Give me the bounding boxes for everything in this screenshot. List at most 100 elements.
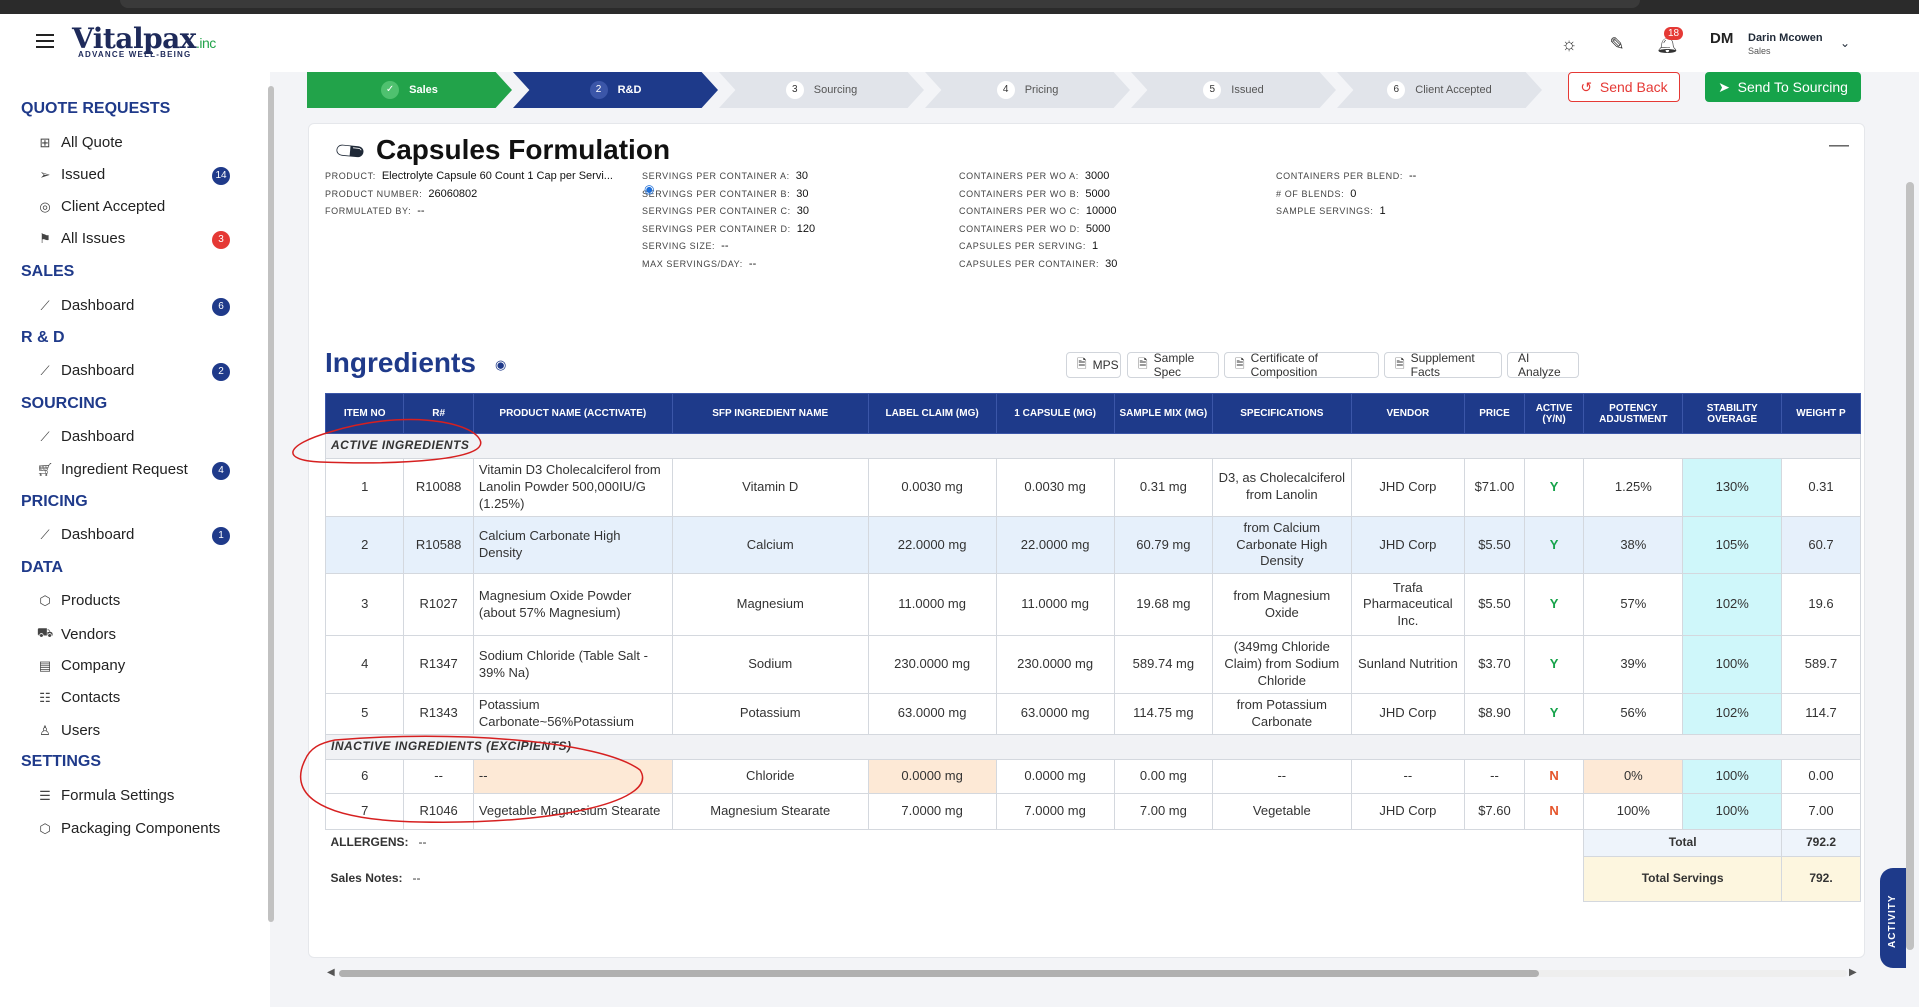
- step-sourcing[interactable]: 3 Sourcing: [719, 72, 924, 108]
- sidebar-item-dashboard[interactable]: ⟋ Dashboard: [36, 297, 134, 314]
- column-header[interactable]: SFP INGREDIENT NAME: [671, 393, 869, 434]
- scroll-right-icon[interactable]: ▶: [1849, 967, 1857, 978]
- flag-icon: ⚑: [39, 230, 51, 246]
- table-row[interactable]: 6 -- -- Chloride 0.0000 mg 0.0000 mg 0.00 mg --…: [325, 758, 1861, 794]
- certificate-of-composition-button[interactable]: 🗎︎ Certificate of Composition: [1224, 351, 1379, 379]
- collapse-icon[interactable]: —: [1829, 134, 1849, 157]
- sidebar-item-label: All Quote: [61, 134, 123, 151]
- hamburger-menu-icon[interactable]: [36, 34, 54, 48]
- table-cell: 100%: [1682, 635, 1783, 695]
- column-header[interactable]: ACTIVE (Y/N): [1523, 393, 1585, 434]
- send-to-sourcing-button[interactable]: ➤ Send To Sourcing: [1705, 72, 1861, 102]
- column-header[interactable]: STABILITY OVERAGE: [1682, 393, 1783, 434]
- box-icon: ⬡: [39, 820, 51, 836]
- cart-icon: 🛒︎: [36, 461, 54, 477]
- table-cell[interactable]: Vegetable Magnesium Stearate: [472, 792, 673, 830]
- column-header[interactable]: R#: [403, 393, 474, 434]
- sidebar-item-label: Issued: [61, 166, 106, 183]
- table-cell[interactable]: Calcium Carbonate High Density: [472, 515, 673, 575]
- send-back-button[interactable]: ↺ Send Back: [1568, 72, 1680, 102]
- column-header[interactable]: POTENCY ADJUSTMENT: [1583, 393, 1684, 434]
- column-header[interactable]: ITEM NO: [325, 393, 405, 434]
- footer-field: Sales Notes: --: [325, 856, 1584, 902]
- table-cell[interactable]: --: [472, 758, 673, 794]
- sidebar-item-label: Ingredient Request: [61, 461, 188, 478]
- table-cell: 60.79 mg: [1113, 515, 1214, 575]
- eye-icon[interactable]: ◉: [495, 357, 506, 373]
- table-row[interactable]: 3 R1027 Magnesium Oxide Powder (about 57% …: [325, 573, 1861, 637]
- sidebar-item-contacts[interactable]: ☷ Contacts: [36, 689, 120, 706]
- activity-tab[interactable]: ACTIVITY: [1880, 868, 1906, 968]
- theme-sun-icon[interactable]: ☼: [1559, 34, 1579, 54]
- meta-field: SERVINGS PER CONTAINER B: 30: [642, 187, 809, 200]
- table-cell: $5.50: [1464, 515, 1525, 575]
- meta-field: CONTAINERS PER WO C: 10000: [959, 205, 1117, 217]
- column-header[interactable]: VENDOR: [1350, 393, 1466, 434]
- sample-spec-button[interactable]: 🗎︎ Sample Spec: [1127, 351, 1219, 379]
- eye-icon[interactable]: ◉: [644, 182, 654, 196]
- sidebar-item-dashboard[interactable]: ⟋ Dashboard: [36, 428, 134, 445]
- sidebar-item-client-accepted[interactable]: ◎ Client Accepted: [36, 198, 165, 215]
- check-icon: ✓: [381, 81, 400, 99]
- table-cell[interactable]: 7.0000 mg: [867, 792, 997, 830]
- sidebar-item-users[interactable]: ♙ Users: [36, 722, 100, 739]
- table-cell[interactable]: Potassium Carbonate~56%Potassium: [472, 693, 673, 735]
- step-label: Sales: [409, 84, 438, 96]
- table-cell[interactable]: 230.0000 mg: [867, 635, 997, 695]
- page-scrollbar[interactable]: [1906, 182, 1914, 950]
- sidebar-item-label: Client Accepted: [61, 198, 166, 215]
- step-r-d[interactable]: 2 R&D: [513, 72, 718, 108]
- column-header[interactable]: WEIGHT P: [1781, 393, 1861, 434]
- scroll-left-icon[interactable]: ◀: [327, 967, 335, 978]
- edit-document-icon[interactable]: ✎: [1607, 34, 1627, 54]
- table-cell[interactable]: 63.0000 mg: [867, 693, 997, 735]
- table-cell: 589.7: [1781, 635, 1861, 695]
- column-header[interactable]: PRODUCT NAME (ACCTIVATE): [472, 393, 673, 434]
- horizontal-scrollbar[interactable]: ◀ ▶: [325, 967, 1861, 979]
- sidebar-item-products[interactable]: ⬡ Products: [36, 592, 120, 609]
- sidebar-item-vendors[interactable]: ⛟ Vendors: [36, 625, 116, 643]
- step-pricing[interactable]: 4 Pricing: [925, 72, 1130, 108]
- table-cell[interactable]: Magnesium Oxide Powder (about 57% Magnes…: [472, 573, 673, 637]
- app-header: [0, 14, 1919, 72]
- table-cell: 0.31 mg: [1113, 458, 1214, 517]
- table-cell[interactable]: 0.0000 mg: [867, 758, 997, 794]
- column-header[interactable]: SAMPLE MIX (MG): [1113, 393, 1214, 434]
- column-header[interactable]: SPECIFICATIONS: [1212, 393, 1352, 434]
- table-row[interactable]: 2 R10588 Calcium Carbonate High Density Cal…: [325, 515, 1861, 575]
- step-client-accepted[interactable]: 6 Client Accepted: [1337, 72, 1542, 108]
- sidebar-item-company[interactable]: ▤ Company: [36, 657, 125, 674]
- chevron-down-icon[interactable]: ⌄: [1840, 36, 1850, 50]
- table-cell[interactable]: Vitamin D3 Cholecalciferol from Lanolin …: [472, 458, 673, 517]
- sidebar-item-packaging-components[interactable]: ⬡ Packaging Components: [36, 820, 220, 837]
- table-row[interactable]: 7 R1046 Vegetable Magnesium Stearate Magnes…: [325, 792, 1861, 830]
- sidebar-item-dashboard[interactable]: ⟋ Dashboard: [36, 362, 134, 379]
- avatar[interactable]: DM: [1710, 30, 1740, 56]
- column-header[interactable]: LABEL CLAIM (MG): [867, 393, 997, 434]
- truck-icon: ⛟: [36, 625, 54, 640]
- mps-button[interactable]: 🗎︎ MPS: [1066, 352, 1121, 378]
- ai-analyze-button[interactable]: AI Analyze: [1507, 351, 1579, 379]
- table-cell[interactable]: 11.0000 mg: [867, 573, 997, 637]
- table-row[interactable]: 4 R1347 Sodium Chloride (Table Salt - 39% …: [325, 635, 1861, 695]
- sidebar-item-all-issues[interactable]: ⚑ All Issues: [36, 230, 125, 247]
- step-number: 5: [1203, 81, 1222, 99]
- sidebar-item-ingredient-request[interactable]: 🛒︎ Ingredient Request: [36, 461, 188, 478]
- sidebar-item-all-quote[interactable]: ⊞ All Quote: [36, 134, 123, 151]
- table-row[interactable]: 1 R10088 Vitamin D3 Cholecalciferol from L…: [325, 458, 1861, 517]
- sidebar-item-issued[interactable]: ➢ Issued: [36, 166, 106, 183]
- step-issued[interactable]: 5 Issued: [1131, 72, 1336, 108]
- column-header[interactable]: 1 CAPSULE (MG): [995, 393, 1115, 434]
- step-sales[interactable]: ✓ Sales: [307, 72, 512, 108]
- table-row[interactable]: 5 R1343 Potassium Carbonate~56%Potassium Po…: [325, 693, 1861, 735]
- sidebar-item-dashboard[interactable]: ⟋ Dashboard: [36, 526, 134, 543]
- sidebar-item-formula-settings[interactable]: ☰ Formula Settings: [36, 787, 174, 804]
- table-cell[interactable]: Sodium Chloride (Table Salt - 39% Na): [472, 635, 673, 695]
- column-header[interactable]: PRICE: [1464, 393, 1525, 434]
- table-cell[interactable]: 22.0000 mg: [867, 515, 997, 575]
- table-cell[interactable]: 0.0030 mg: [867, 458, 997, 517]
- table-cell: 7: [325, 792, 405, 830]
- meta-field: CONTAINERS PER BLEND: --: [1276, 170, 1417, 182]
- supplement-facts-button[interactable]: 🗎︎ Supplement Facts: [1384, 351, 1502, 379]
- table-cell: 7.0000 mg: [995, 792, 1115, 830]
